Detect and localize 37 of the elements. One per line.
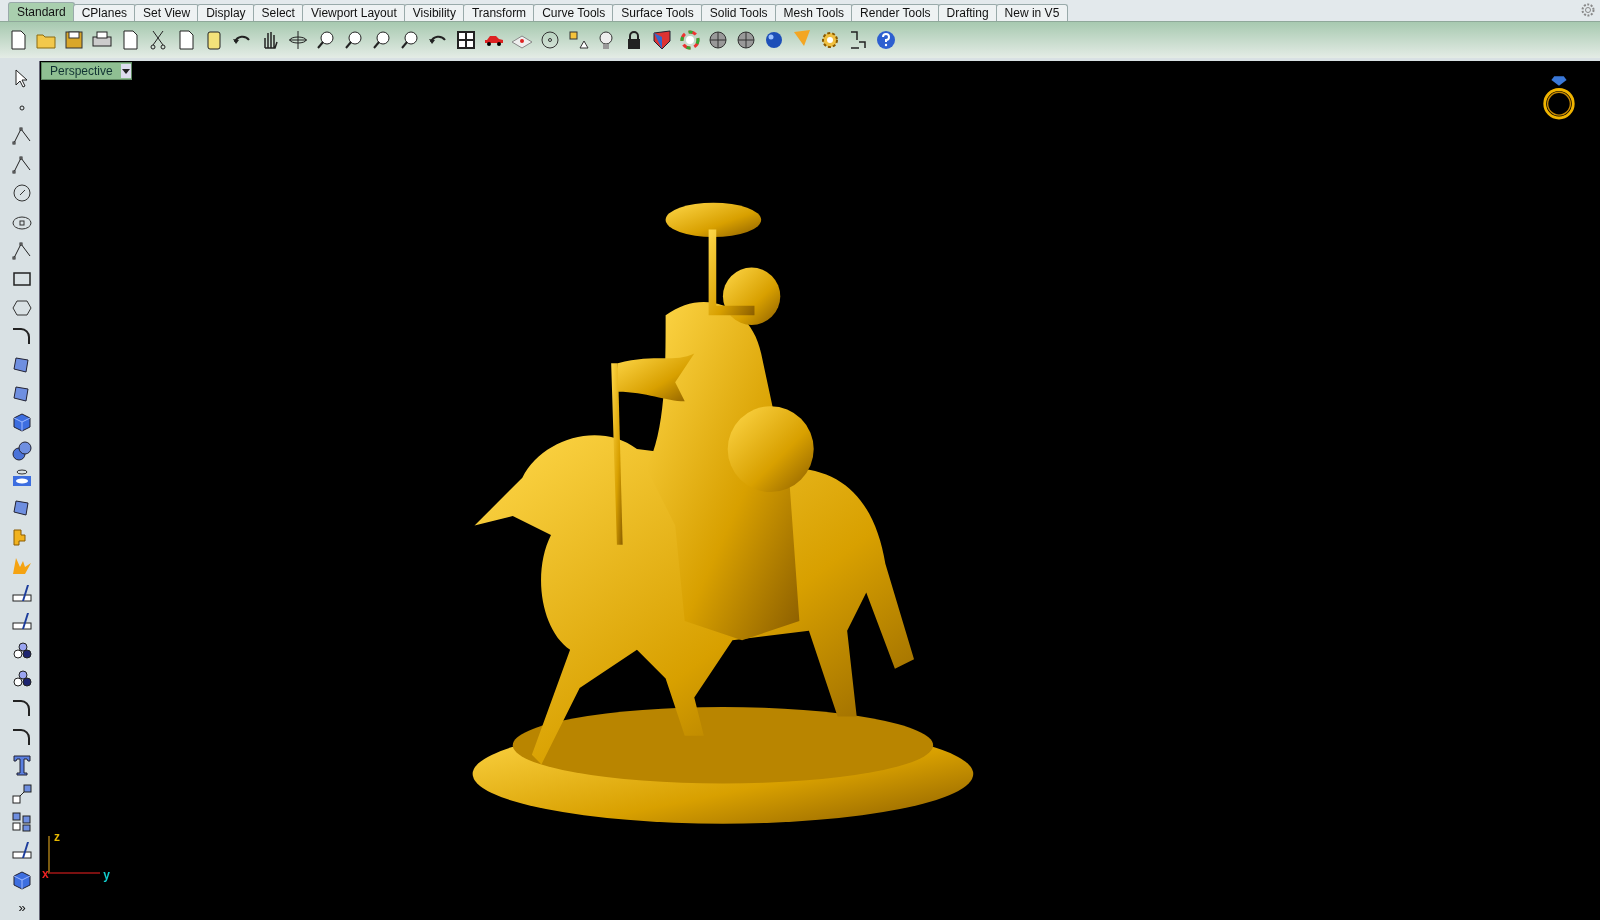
- material-icon[interactable]: [650, 28, 674, 52]
- toolbar-tab[interactable]: CPlanes: [72, 4, 137, 21]
- toolbar-tab[interactable]: Visibility: [403, 4, 465, 21]
- color-wheel-icon[interactable]: [678, 28, 702, 52]
- x-axis-label: x: [42, 867, 49, 881]
- toolbar-tab[interactable]: Mesh Tools: [774, 4, 854, 21]
- array-icon[interactable]: [10, 810, 34, 835]
- toolbar-tab[interactable]: Drafting: [937, 4, 998, 21]
- shaded-sphere-icon[interactable]: [706, 28, 730, 52]
- toolbar-tab[interactable]: Solid Tools: [700, 4, 777, 21]
- y-axis-label: y: [103, 868, 110, 882]
- toolbar-tab[interactable]: Viewport Layout: [301, 4, 406, 21]
- save-icon[interactable]: [62, 28, 86, 52]
- settings-icon[interactable]: [1580, 1, 1596, 18]
- toolbar-tab[interactable]: New in V5: [995, 4, 1069, 21]
- text-icon[interactable]: [10, 753, 34, 778]
- objects-icon[interactable]: [566, 28, 590, 52]
- toolbar-tab[interactable]: Surface Tools: [612, 4, 703, 21]
- more-tools-button[interactable]: »: [18, 900, 26, 916]
- wire-sphere-icon[interactable]: [734, 28, 758, 52]
- z-axis-label: z: [54, 830, 60, 844]
- dropdown-caret-icon[interactable]: [120, 64, 131, 78]
- toolbar-tab[interactable]: Set View: [134, 4, 200, 21]
- perspective-viewport[interactable]: Perspective z x y: [39, 61, 1600, 920]
- point-circle-icon[interactable]: [538, 28, 562, 52]
- toolbar-tab[interactable]: Render Tools: [851, 4, 940, 21]
- help-icon[interactable]: [874, 28, 898, 52]
- toolbar-tab[interactable]: Transform: [462, 4, 536, 21]
- toolbar-tab[interactable]: Standard: [8, 2, 75, 21]
- toolbar-tab[interactable]: Curve Tools: [533, 4, 615, 21]
- rotate-icon[interactable]: [286, 28, 310, 52]
- four-viewports-icon[interactable]: [454, 28, 478, 52]
- toolbar-tab[interactable]: Display: [197, 4, 255, 21]
- viewport-title-tab[interactable]: Perspective: [41, 62, 132, 80]
- toolbar-tab[interactable]: Select: [252, 4, 304, 21]
- spheres-icon[interactable]: [10, 438, 34, 463]
- scale-icon[interactable]: [10, 781, 34, 806]
